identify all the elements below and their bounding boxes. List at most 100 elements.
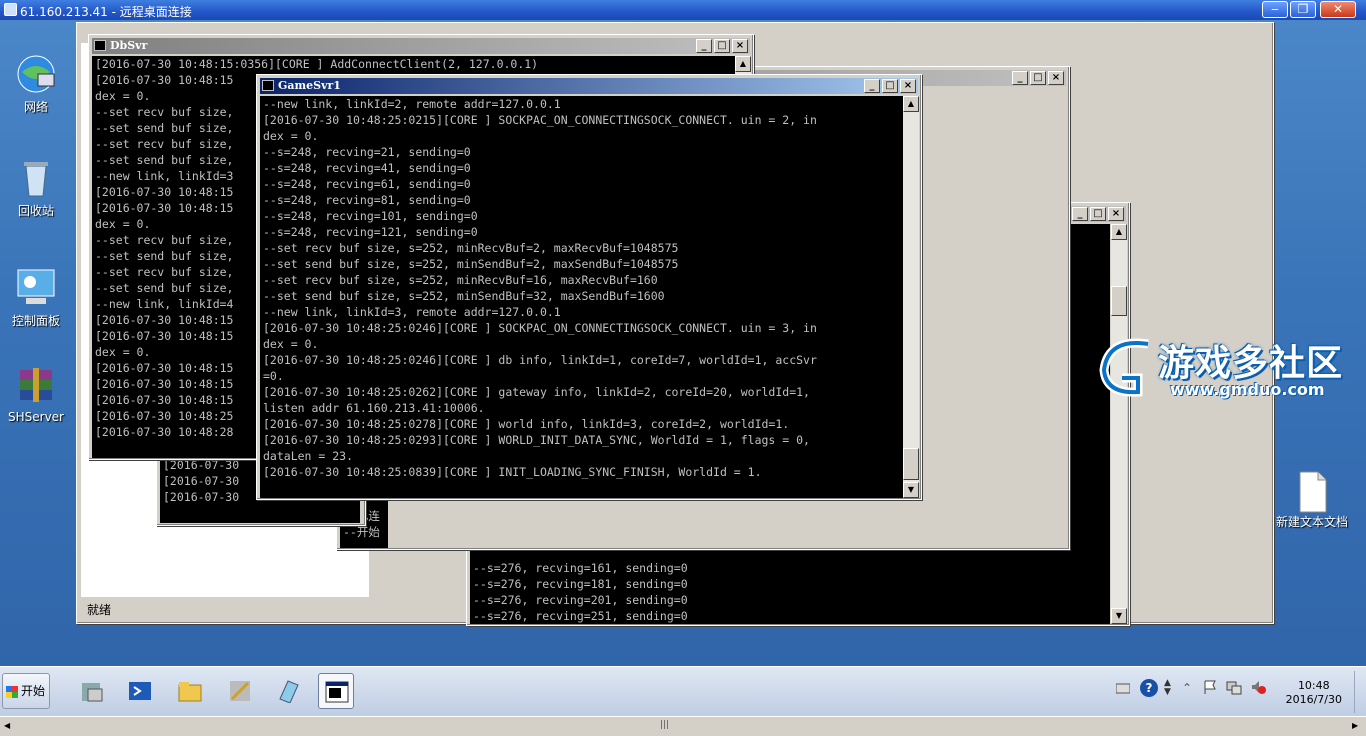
maximize-button[interactable]: □ — [714, 39, 730, 53]
window-title: GameSvr1 — [278, 79, 341, 92]
rdp-restore-button[interactable]: ❐ — [1290, 1, 1316, 18]
scroll-up-icon[interactable]: ▲ — [1111, 224, 1127, 240]
console-line: [2016-07-30 10:48:25:0246][CORE ] SOCKPA… — [263, 321, 817, 335]
scroll-thumb[interactable] — [903, 448, 919, 480]
minimize-button[interactable]: _ — [1012, 71, 1028, 85]
show-hidden-icons-icon[interactable]: ⌃ — [1182, 681, 1192, 695]
minimize-button[interactable]: _ — [696, 39, 712, 53]
desktop-icon-label: 回收站 — [17, 204, 54, 218]
minimize-button[interactable]: _ — [864, 79, 880, 93]
help-icon[interactable]: ? — [1140, 679, 1158, 697]
minimize-button[interactable]: _ — [1072, 207, 1088, 221]
close-button[interactable]: × — [1108, 207, 1124, 221]
console-output: --new link, linkId=2, remote addr=127.0.… — [260, 96, 903, 498]
tools-icon — [230, 681, 250, 701]
taskbar-powershell[interactable] — [122, 673, 158, 709]
desktop-icon-label: SHServer — [8, 410, 64, 424]
notepad-icon — [279, 680, 299, 703]
text-document-icon — [1290, 470, 1334, 514]
show-desktop-button[interactable] — [1354, 671, 1364, 713]
console-line: --new link, linkId=3, remote addr=127.0.… — [263, 305, 561, 319]
console-line: =0. — [263, 369, 284, 383]
action-center-flag-icon[interactable] — [1202, 679, 1218, 695]
start-button[interactable]: 开始 — [2, 673, 50, 709]
window-title-bar: DbSvr _ □ × — [92, 38, 750, 54]
volume-muted-icon[interactable] — [1250, 679, 1266, 695]
clock-time: 10:48 — [1297, 679, 1330, 692]
scroll-down-icon[interactable]: ▼ — [1111, 608, 1127, 624]
console-line: [2016-07-30 10:48:25:0215][CORE ] SOCKPA… — [263, 113, 817, 127]
scroll-grip-icon[interactable]: ||| — [660, 720, 669, 730]
console-line: --s=276, recving=161, sending=0 — [473, 561, 688, 575]
console-line: --s=276, recving=181, sending=0 — [473, 577, 688, 591]
maximize-button[interactable]: □ — [1030, 71, 1046, 85]
start-label: 开始 — [20, 684, 45, 698]
console-line: listen addr 61.160.213.41:10006. — [263, 401, 485, 415]
keyboard-icon[interactable] — [1115, 681, 1131, 695]
desktop-icon-label: 网络 — [23, 100, 48, 114]
powershell-icon — [129, 682, 151, 700]
network-tray-icon[interactable] — [1226, 679, 1242, 695]
scroll-thumb[interactable] — [1111, 286, 1127, 316]
window-title-bar: GameSvr1 _ □ × — [260, 78, 918, 94]
console-line: [2016-07-30 10:48:25:0246][CORE ] db inf… — [263, 353, 817, 367]
taskbar: 开始 ? ▲ ▼ ⌃ 10:48 2016/7/30 — [0, 666, 1366, 716]
console-line: --s=248, recving=21, sending=0 — [263, 145, 471, 159]
console-line: [2016-07-30 10:48:25:0293][CORE ] WORLD_… — [263, 433, 810, 447]
rdp-minimize-button[interactable]: ‒ — [1262, 1, 1288, 18]
maximize-button[interactable]: □ — [882, 79, 898, 93]
scroll-right-icon[interactable]: ▶ — [1352, 721, 1358, 730]
console-line: --s=248, recving=41, sending=0 — [263, 161, 471, 175]
scroll-up-icon[interactable]: ▲ — [903, 96, 919, 112]
windows-flag-icon — [6, 686, 18, 698]
clock-date: 2016/7/30 — [1285, 693, 1342, 706]
rdp-title-bar[interactable]: 61.160.213.41 - 远程桌面连接 ‒ ❐ ✕ — [0, 0, 1366, 20]
watermark-url: www.gmduo.com — [1170, 380, 1325, 399]
console-line: --set recv buf size, s=252, minRecvBuf=1… — [263, 273, 658, 287]
desktop-icon-label: 控制面板 — [11, 314, 60, 328]
close-button[interactable]: × — [1048, 71, 1064, 85]
server-manager-icon — [82, 683, 103, 702]
folder-icon — [178, 682, 202, 702]
desktop-icon-label: 新建文本文档 — [1276, 515, 1349, 529]
watermark-logo: 游戏多社区 www.gmduo.com — [1098, 334, 1366, 424]
console-line: --s=248, recving=61, sending=0 — [263, 177, 471, 191]
scroll-up-icon[interactable]: ▲ — [735, 56, 751, 72]
console-line: --set recv buf size, s=252, minRecvBuf=2… — [263, 241, 679, 255]
rdp-bottom-scrollbar[interactable]: ◀ ||| ▶ — [0, 716, 1366, 736]
taskbar-server-manager[interactable] — [74, 673, 110, 709]
desktop-icon-network[interactable]: 网络 — [0, 52, 72, 115]
maximize-button[interactable]: □ — [1090, 207, 1106, 221]
console-app-icon — [94, 40, 106, 51]
console-line: --s=248, recving=121, sending=0 — [263, 225, 478, 239]
scroll-left-icon[interactable]: ◀ — [4, 721, 10, 730]
console-line: --s=248, recving=81, sending=0 — [263, 193, 471, 207]
taskbar-explorer[interactable] — [172, 673, 208, 709]
console-window-icon — [325, 681, 349, 703]
desktop-icon-new-text-doc[interactable]: 新建文本文档 — [1276, 470, 1348, 529]
taskbar-notepad[interactable] — [270, 673, 306, 709]
close-button[interactable]: × — [732, 39, 748, 53]
console-line: --s=248, recving=101, sending=0 — [263, 209, 478, 223]
window-title: DbSvr — [110, 39, 148, 52]
rdp-close-button[interactable]: ✕ — [1320, 1, 1356, 18]
console-line: dataLen = 23. — [263, 449, 354, 463]
desktop-icon-shserver[interactable]: SHServer — [0, 364, 72, 424]
system-tray: ? ▲ ▼ ⌃ 10:48 2016/7/30 — [1106, 667, 1366, 716]
taskbar-tools[interactable] — [222, 673, 258, 709]
desktop-icon-control-panel[interactable]: 控制面板 — [0, 266, 72, 329]
desktop-icon-recycle-bin[interactable]: 回收站 — [0, 156, 72, 219]
console-line: dex = 0. — [263, 129, 319, 143]
console-line: dex = 0. — [263, 337, 319, 351]
tray-expand-icon[interactable]: ▲ ▼ — [1164, 679, 1171, 697]
scroll-down-icon[interactable]: ▼ — [903, 482, 919, 498]
vertical-scrollbar[interactable]: ▲ ▼ — [903, 96, 919, 498]
taskbar-console-active[interactable] — [318, 673, 354, 709]
console-line: --s=276, recving=251, sending=0 — [473, 609, 688, 623]
taskbar-clock[interactable]: 10:48 2016/7/30 — [1286, 679, 1342, 707]
vertical-scrollbar[interactable]: ▲ ▼ — [1111, 224, 1127, 624]
close-button[interactable]: × — [900, 79, 916, 93]
gamesvr1-window[interactable]: GameSvr1 _ □ × --new link, linkId=2, rem… — [256, 74, 922, 500]
console-app-icon — [262, 80, 274, 91]
status-bar-text: 就绪 — [87, 603, 112, 617]
